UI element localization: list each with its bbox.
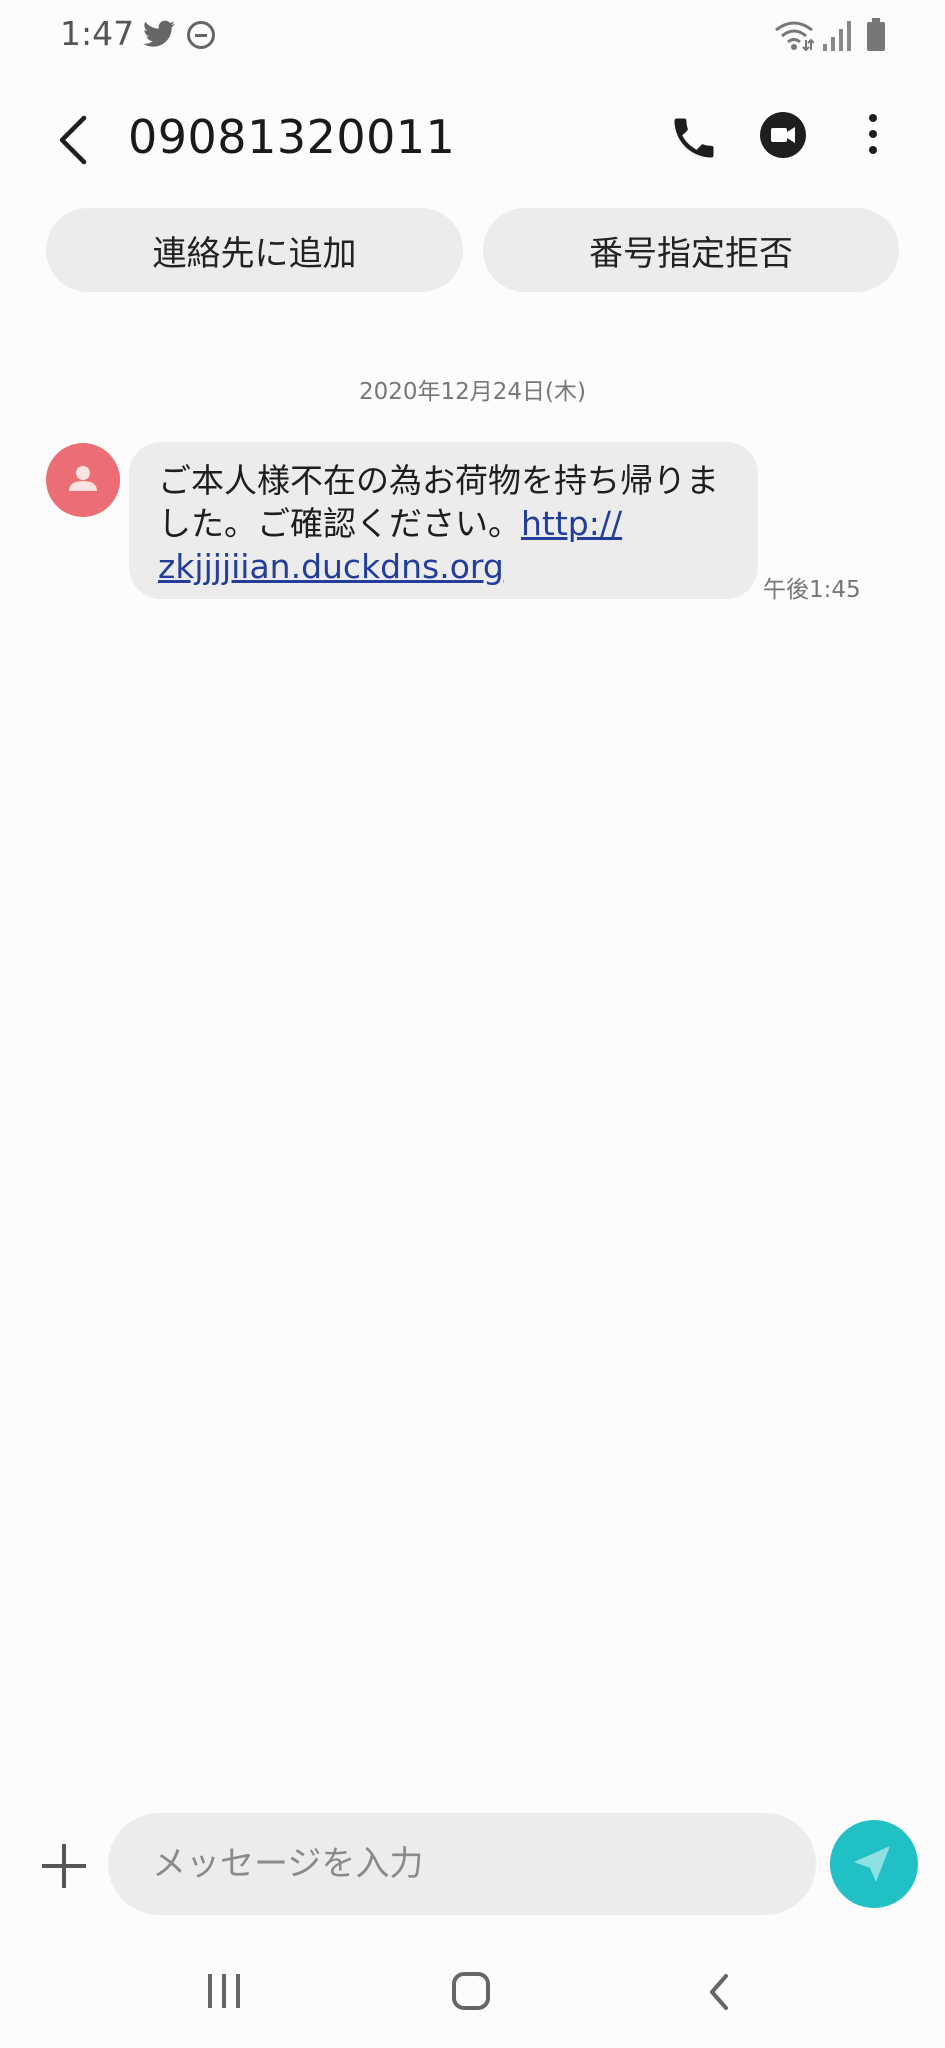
message-bubble[interactable]: ご本人様不在の為お荷物を持ち帰りました。ご確認ください。http:// zkjjj… (129, 442, 758, 599)
contact-number-title: 09081320011 (128, 110, 456, 164)
message-input[interactable] (108, 1813, 816, 1915)
do-not-disturb-icon (187, 21, 215, 49)
block-number-button[interactable]: 番号指定拒否 (483, 208, 899, 292)
system-nav-bar (0, 1946, 945, 2048)
wifi-icon (775, 21, 814, 52)
message-link-part1: http:// (521, 504, 623, 543)
more-vert-icon[interactable] (862, 114, 884, 164)
home-icon[interactable] (452, 1972, 490, 2010)
signal-icon (823, 21, 851, 51)
message-input-container[interactable] (108, 1813, 816, 1915)
battery-icon (867, 18, 885, 51)
messages-screen: 1:47 09081320011 連絡先に追加 番号指定拒否 2020年12月2… (0, 0, 945, 2048)
sender-avatar[interactable] (46, 443, 120, 517)
twitter-icon (143, 20, 175, 47)
status-bar: 1:47 (0, 0, 945, 72)
message-text: ご本人様不在の為お荷物を持ち帰りました。ご確認ください。 (158, 461, 719, 543)
send-button[interactable] (830, 1820, 918, 1908)
recent-apps-icon[interactable] (208, 1974, 244, 2008)
add-attachment-icon[interactable] (42, 1844, 86, 1888)
date-separator: 2020年12月24日(木) (358, 379, 586, 405)
status-time: 1:47 (60, 14, 135, 53)
back-arrow-icon[interactable] (50, 112, 100, 168)
message-timestamp: 午後1:45 (763, 577, 861, 603)
nav-back-icon[interactable] (704, 1972, 734, 2012)
send-icon (854, 1846, 890, 1882)
video-call-icon[interactable] (760, 112, 806, 158)
add-contact-button[interactable]: 連絡先に追加 (46, 208, 463, 292)
phone-icon[interactable] (668, 112, 720, 164)
conversation-header: 09081320011 (0, 90, 945, 190)
person-icon (69, 466, 97, 491)
message-link-part2: zkjjjjiian.duckdns.org (158, 547, 504, 586)
